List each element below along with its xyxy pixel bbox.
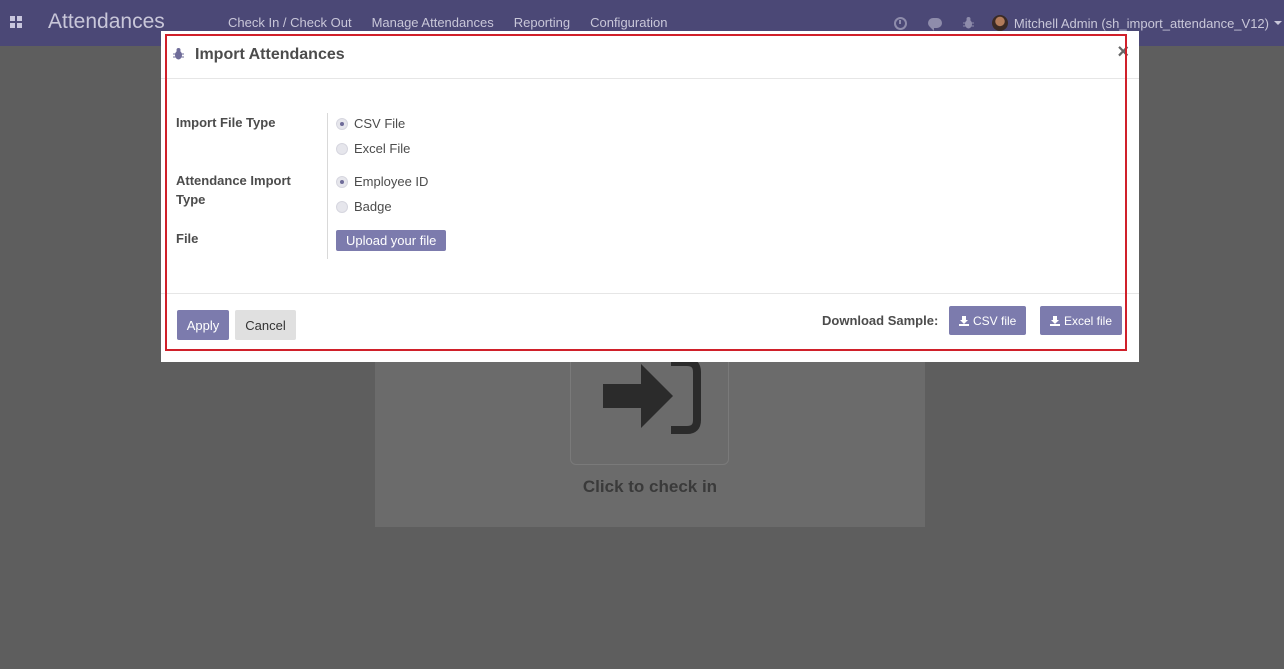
cancel-button[interactable]: Cancel [235,310,296,340]
app-title: Attendances [48,10,165,33]
menu-configuration[interactable]: Configuration [580,15,677,30]
chevron-down-icon [1274,21,1282,25]
radio-badge-indicator[interactable] [336,200,348,213]
radio-employee-id[interactable]: Employee ID [336,174,428,189]
menu-reporting[interactable]: Reporting [504,15,580,30]
upload-file-button[interactable]: Upload your file [336,230,447,251]
user-menu[interactable]: Mitchell Admin (sh_import_attendance_V12… [986,15,1284,31]
download-csv-label: CSV file [973,313,1017,328]
download-csv-sample-button[interactable]: CSV file [949,306,1027,335]
radio-csv-label: CSV File [354,116,406,131]
radio-badge-label: Badge [354,199,392,214]
dialog-header: Import Attendances × [161,31,1139,79]
dialog-title: Import Attendances [195,46,345,63]
avatar [991,15,1008,31]
radio-employee-id-indicator[interactable] [336,175,348,188]
file-label: File [176,231,199,246]
radio-badge[interactable]: Badge [336,199,392,214]
radio-csv-file[interactable]: CSV File [336,116,405,131]
download-excel-label: Excel file [1064,313,1113,328]
import-file-type-label: Import File Type [176,115,276,130]
download-excel-sample-button[interactable]: Excel file [1040,306,1123,335]
download-icon [959,315,969,326]
menu-manage-attendances[interactable]: Manage Attendances [362,15,504,30]
attendance-import-type-label: Attendance Import Type [176,173,291,207]
attendance-kiosk: Click to check in [375,335,925,527]
main-menu: Check In / Check Out Manage Attendances … [218,15,677,30]
menu-check-in-out[interactable]: Check In / Check Out [218,15,362,30]
radio-excel-indicator[interactable] [336,142,348,155]
close-button[interactable]: × [1117,41,1129,64]
radio-excel-file[interactable]: Excel File [336,141,410,156]
bug-icon [173,48,184,60]
sign-in-icon [603,358,701,434]
radio-employee-id-label: Employee ID [354,174,429,189]
download-sample-label: Download Sample: [822,313,939,328]
form-divider [327,113,328,259]
radio-excel-label: Excel File [354,141,411,156]
apply-button[interactable]: Apply [177,310,229,340]
check-in-label: Click to check in [582,477,718,496]
radio-csv-indicator[interactable] [336,117,348,130]
user-name: Mitchell Admin (sh_import_attendance_V12… [1013,15,1269,31]
download-icon [1050,315,1060,326]
dialog-footer: Apply Cancel Download Sample: CSV file E… [161,293,1139,362]
import-attendances-dialog: Import Attendances × Import File Type CS… [161,31,1139,362]
apps-grid-icon[interactable] [10,16,22,28]
